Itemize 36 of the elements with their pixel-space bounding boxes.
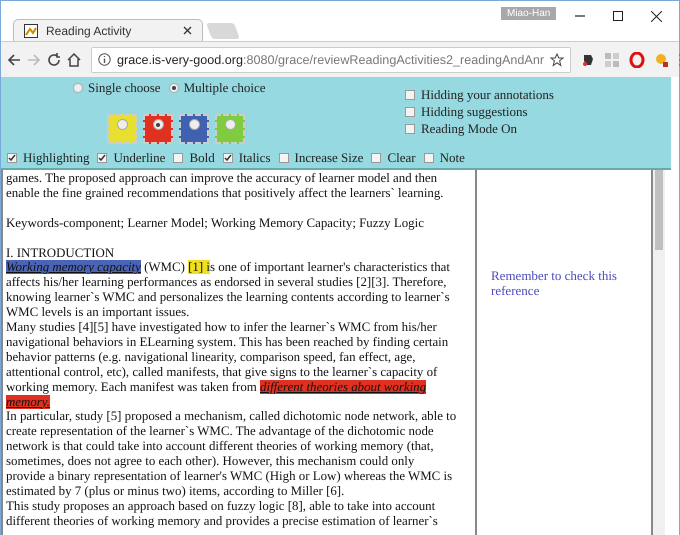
- style-label[interactable]: Note: [440, 150, 465, 166]
- text-line: affects his/her learning performances as endorsed in several studies [2][3]. Therefore,: [6, 275, 448, 290]
- text-line: behavior patterns (e.g. navigational linearity, comparison speed, fan effect, age,: [6, 350, 416, 365]
- text-line: games. The proposed approach can improve the accuracy of learner model and then: [6, 171, 438, 186]
- text-line: WMC levels is an important issues.: [6, 305, 190, 320]
- option-label[interactable]: Reading Mode On: [421, 121, 518, 137]
- text-line: Many studies [4][5] have investigated how to infer the learner`s WMC from his/her: [6, 320, 438, 335]
- text-line: working memory. Each manifest was taken from different theories about working: [6, 380, 428, 395]
- style-label[interactable]: Highlighting: [23, 150, 90, 166]
- text-line: Keywords-component; Learner Model; Working Memory Capacity; Fuzzy Logic: [6, 216, 425, 231]
- style-label[interactable]: Increase Size: [294, 150, 364, 166]
- style-label[interactable]: Underline: [113, 150, 166, 166]
- text-line: different theories of working memory and provides a precise estimation of learner`s: [6, 514, 439, 529]
- text-line: estimated by 7 (plus or minus two) items, according to Miller [6].: [6, 484, 346, 499]
- radio-label[interactable]: Single choose: [88, 80, 161, 96]
- style-label[interactable]: Clear: [387, 150, 416, 166]
- text-line: provide a binary representation of learner's WMC (High or Low) whereas the WMC is: [6, 469, 454, 484]
- text-line: In particular, study [5] proposed a mechanism, called dichotomic node network, able to: [6, 409, 458, 424]
- text-line: navigational behaviors in ELearning system. This has been reached by finding certain: [6, 334, 450, 350]
- text-line: knowing learner`s WMC and personalizes the learning contents according to learner`s: [6, 290, 451, 306]
- annotation-note: Remember to check this reference: [491, 268, 618, 298]
- text-line: Working memory capacity (WMC) [1] is one of important learner's characteristics that: [6, 260, 451, 276]
- text-line: create representation of the learner`s WMC. The advantage of the dichotomic node: [6, 424, 435, 440]
- style-label[interactable]: Bold: [189, 150, 215, 166]
- text-line: enable the fine grained recommendations that positively affect the learners` learning.: [6, 186, 445, 201]
- option-label[interactable]: Hidding suggestions: [421, 104, 528, 120]
- text-line: I. INTRODUCTION: [6, 246, 116, 260]
- text-line: attentional control, etc), called manifests, that give signs to the learner`s capacity of: [6, 364, 438, 380]
- address-bar[interactable]: grace.is-very-good.org:8080/grace/reviewReadingActivities2_readingAndAnr: [91, 46, 572, 72]
- radio-label[interactable]: Multiple choice: [184, 80, 266, 96]
- text-line: network is that could take into account different theories of working memory (that,: [6, 439, 435, 454]
- option-label[interactable]: Hidding your annotations: [421, 87, 554, 103]
- text-line: This study proposes an approach based on fuzzy logic [8], able to take into account: [6, 498, 436, 514]
- browser-tab[interactable]: Reading Activity: [13, 19, 203, 41]
- style-label[interactable]: Italics: [238, 150, 270, 166]
- text-line: sometimes, does not agree to each other). However, this mechanism could only: [6, 454, 416, 470]
